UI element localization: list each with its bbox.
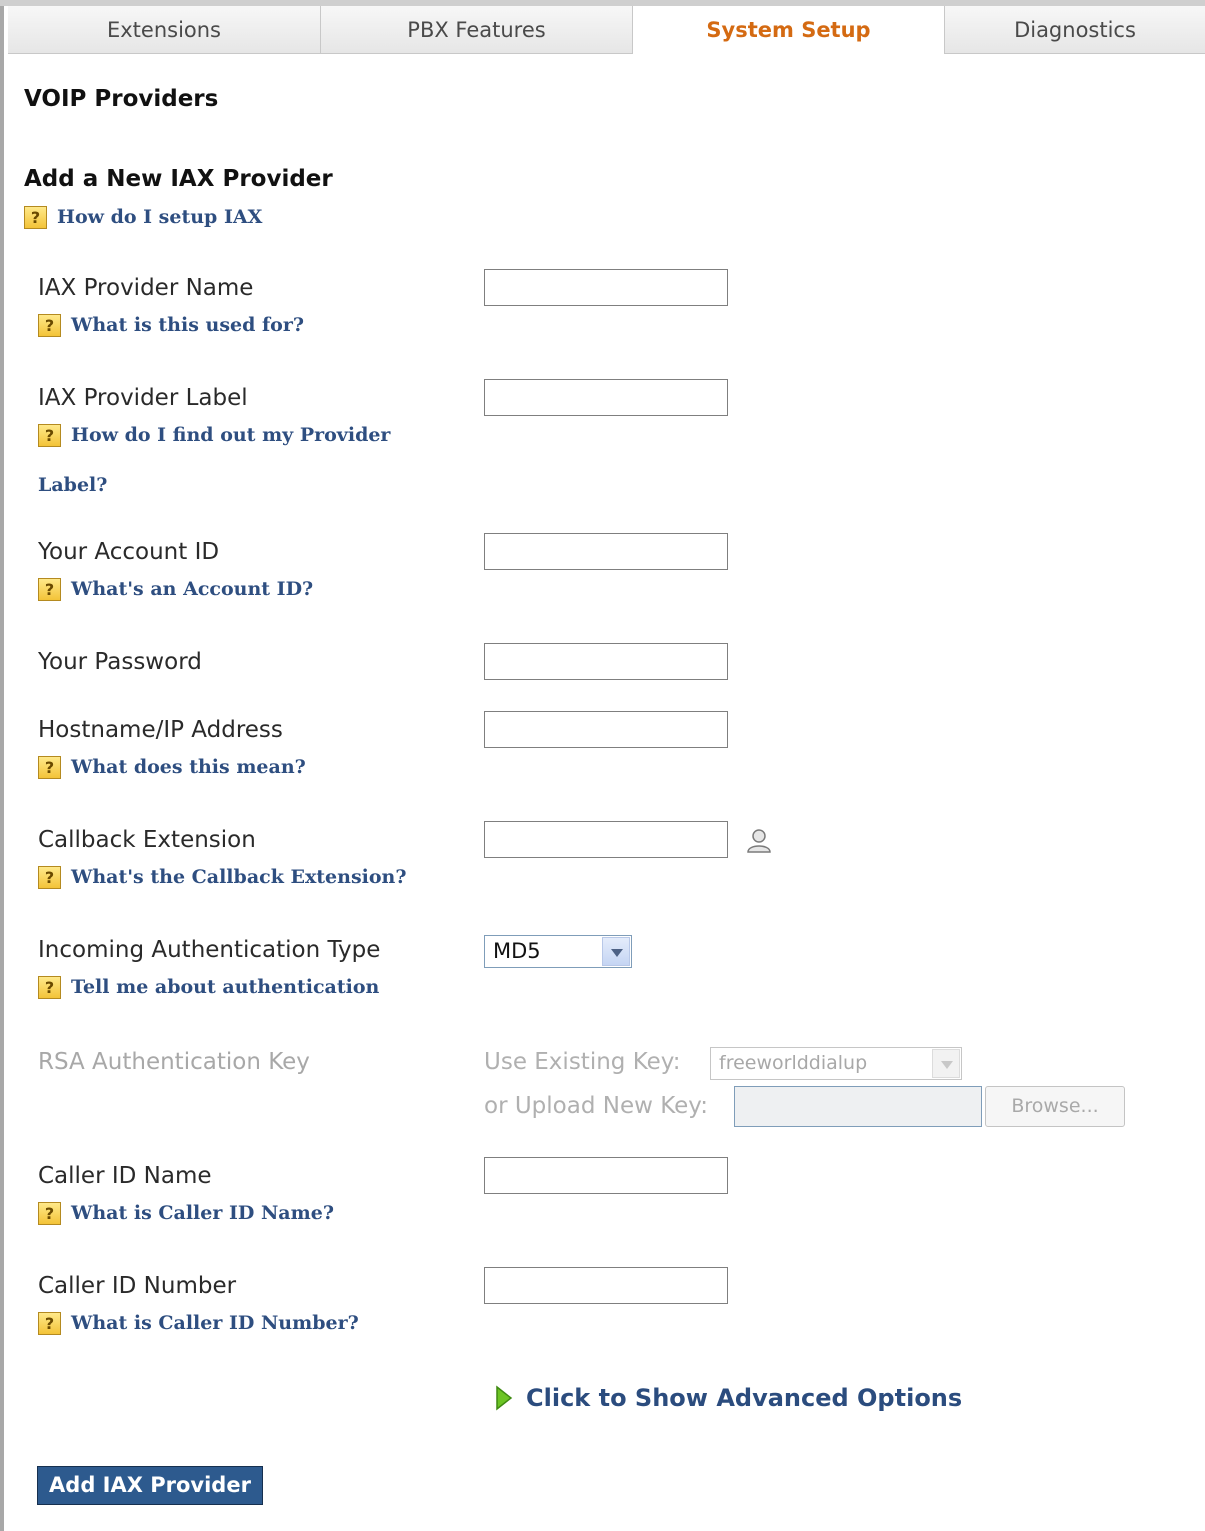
provider-label-label: IAX Provider Label <box>38 385 248 411</box>
help-link[interactable]: How do I setup IAX <box>57 196 262 238</box>
help-caller-id-name[interactable]: ? What is Caller ID Name? <box>38 1202 334 1234</box>
help-account-id[interactable]: ? What's an Account ID? <box>38 578 313 610</box>
help-provider-name[interactable]: ? What is this used for? <box>38 314 304 346</box>
help-icon: ? <box>38 1312 61 1335</box>
help-icon: ? <box>38 314 61 337</box>
tab-extensions[interactable]: Extensions <box>8 6 321 54</box>
help-link[interactable]: Tell me about authentication <box>71 966 379 1008</box>
password-label: Your Password <box>38 649 202 675</box>
advanced-options-toggle[interactable]: Click to Show Advanced Options <box>494 1384 962 1412</box>
help-callback-extension[interactable]: ? What's the Callback Extension? <box>38 866 407 898</box>
browse-button: Browse... <box>985 1086 1125 1127</box>
user-picker-icon[interactable] <box>744 826 774 856</box>
help-link-continued[interactable]: Label? <box>38 464 107 506</box>
advanced-options-link[interactable]: Click to Show Advanced Options <box>526 1384 962 1412</box>
existing-key-value: freeworlddialup <box>719 1052 868 1074</box>
existing-key-select: freeworlddialup <box>710 1047 962 1080</box>
help-link[interactable]: What is Caller ID Name? <box>71 1192 334 1234</box>
use-existing-key-label: Use Existing Key: <box>484 1049 681 1075</box>
expand-arrow-icon <box>496 1385 513 1411</box>
help-link[interactable]: What is this used for? <box>71 304 304 346</box>
tab-bar: Extensions PBX Features System Setup Dia… <box>8 6 1205 54</box>
password-input[interactable] <box>484 643 728 680</box>
help-icon: ? <box>38 866 61 889</box>
provider-label-input[interactable] <box>484 379 728 416</box>
help-link[interactable]: What does this mean? <box>71 746 306 788</box>
dropdown-arrow-icon <box>932 1049 960 1078</box>
dropdown-arrow-icon[interactable] <box>602 937 630 966</box>
help-icon: ? <box>38 976 61 999</box>
upload-key-input <box>734 1086 982 1127</box>
help-icon: ? <box>24 206 47 229</box>
help-link[interactable]: What is Caller ID Number? <box>71 1302 359 1344</box>
callback-extension-input[interactable] <box>484 821 728 858</box>
section-title: Add a New IAX Provider <box>24 166 333 192</box>
help-icon: ? <box>38 424 61 447</box>
help-link[interactable]: What's the Callback Extension? <box>71 856 407 898</box>
tab-pbx-features[interactable]: PBX Features <box>321 6 633 54</box>
help-setup-iax[interactable]: ? How do I setup IAX <box>24 206 262 238</box>
hostname-label: Hostname/IP Address <box>38 717 283 743</box>
help-icon: ? <box>38 578 61 601</box>
help-caller-id-number[interactable]: ? What is Caller ID Number? <box>38 1312 359 1344</box>
provider-name-input[interactable] <box>484 269 728 306</box>
auth-type-value: MD5 <box>493 939 541 963</box>
caller-id-name-label: Caller ID Name <box>38 1163 212 1189</box>
add-iax-provider-button[interactable]: Add IAX Provider <box>37 1466 263 1505</box>
help-link[interactable]: How do I find out my Provider <box>71 414 390 456</box>
help-link[interactable]: What's an Account ID? <box>71 568 313 610</box>
account-id-label: Your Account ID <box>38 539 220 565</box>
help-provider-label[interactable]: ? How do I find out my Provider <box>38 424 390 456</box>
provider-name-label: IAX Provider Name <box>38 275 254 301</box>
help-icon: ? <box>38 756 61 779</box>
help-auth-type[interactable]: ? Tell me about authentication <box>38 976 379 1008</box>
help-icon: ? <box>38 1202 61 1225</box>
caller-id-number-label: Caller ID Number <box>38 1273 237 1299</box>
caller-id-name-input[interactable] <box>484 1157 728 1194</box>
caller-id-number-input[interactable] <box>484 1267 728 1304</box>
callback-extension-label: Callback Extension <box>38 827 256 853</box>
help-hostname[interactable]: ? What does this mean? <box>38 756 306 788</box>
account-id-input[interactable] <box>484 533 728 570</box>
page-title: VOIP Providers <box>24 86 219 112</box>
auth-type-select[interactable]: MD5 <box>484 935 632 968</box>
rsa-key-label: RSA Authentication Key <box>38 1049 310 1075</box>
hostname-input[interactable] <box>484 711 728 748</box>
upload-key-label: or Upload New Key: <box>484 1093 708 1119</box>
auth-type-label: Incoming Authentication Type <box>38 937 381 963</box>
tab-system-setup[interactable]: System Setup <box>633 6 945 54</box>
tab-diagnostics[interactable]: Diagnostics <box>945 6 1205 54</box>
